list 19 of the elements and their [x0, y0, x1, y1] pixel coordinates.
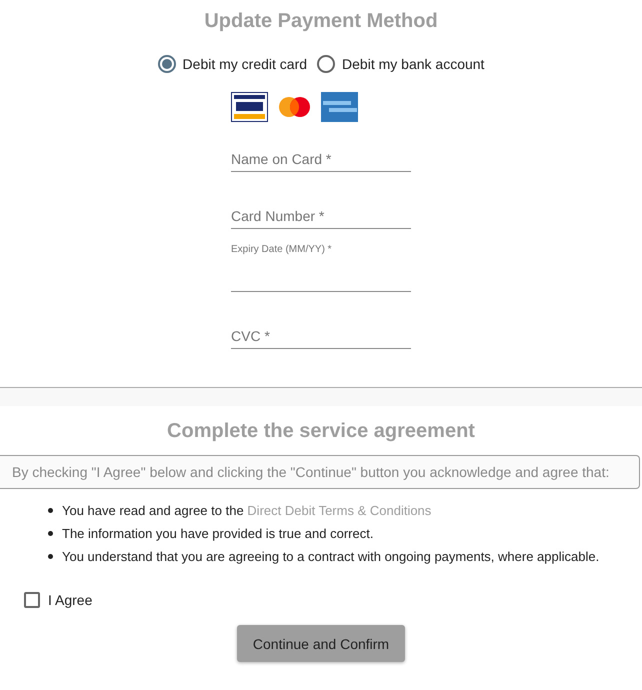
continue-button[interactable]: Continue and Confirm: [237, 625, 405, 662]
payment-radio[interactable]: Debit my bank account: [317, 55, 484, 73]
input-field[interactable]: Card Number *: [231, 203, 411, 229]
input-field[interactable]: Name on Card *: [231, 146, 411, 172]
section-title: Complete the service agreement: [167, 420, 475, 443]
page-title: Update Payment Method: [204, 10, 438, 33]
notice-box: By checking "I Agree" below and clicking the "Continue" button you acknowledge and agree that:: [0, 455, 640, 489]
agree-checkbox[interactable]: I Agree: [24, 592, 92, 608]
card-logo-icon: [231, 92, 268, 122]
bullet-icon: [48, 531, 53, 536]
bullet-icon: [48, 554, 53, 559]
input-field[interactable]: CVC *: [231, 323, 411, 349]
bullet-icon: [48, 508, 53, 513]
agreement-point: You understand that you are agreeing to a contract with ongoing payments, where applicable.: [62, 549, 600, 564]
card-logo-icon: [321, 92, 358, 122]
agreement-point: You have read and agree to the Direct Debit Terms & Conditions: [62, 503, 432, 518]
field-label: Expiry Date (MM/YY) *: [231, 244, 333, 257]
payment-radio[interactable]: Debit my credit card: [158, 55, 308, 73]
agreement-point: The information you have provided is true and correct.: [62, 526, 374, 541]
